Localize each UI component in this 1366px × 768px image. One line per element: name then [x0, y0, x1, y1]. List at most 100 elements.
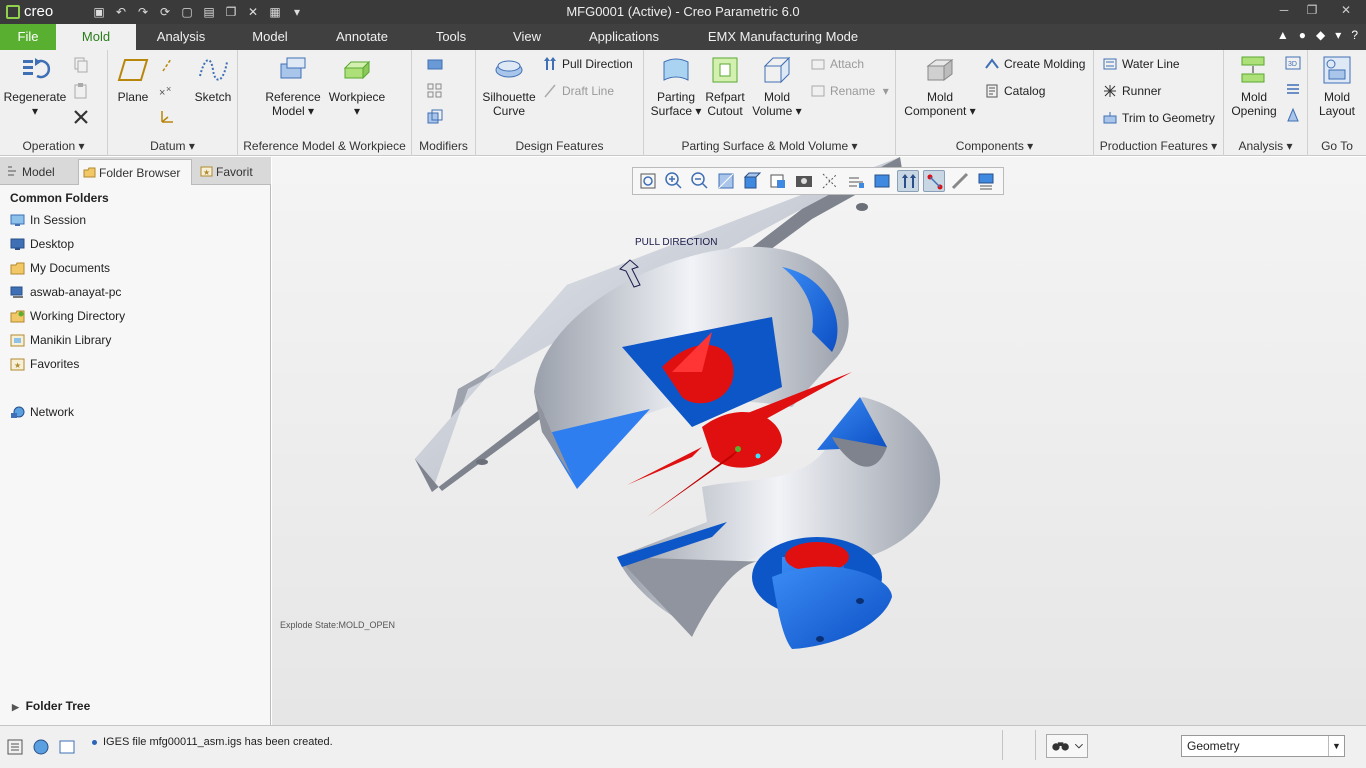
spin-center-icon[interactable]	[845, 170, 867, 192]
coordinate-system-icon[interactable]	[158, 108, 176, 126]
folder-computer[interactable]: aswab-anayat-pc	[10, 285, 121, 299]
folder-network[interactable]: Network	[10, 405, 74, 419]
tab-model-tree[interactable]: Model	[2, 159, 74, 185]
community-icon[interactable]: ◆	[1316, 28, 1325, 42]
mold-volume-button[interactable]: Mold Volume ▾	[752, 54, 802, 118]
view-manager-icon[interactable]	[793, 170, 815, 192]
new-file-icon[interactable]: ▢	[178, 3, 196, 21]
tab-annotate[interactable]: Annotate	[324, 24, 400, 50]
operation-group-label[interactable]: Operation ▾	[0, 139, 107, 153]
tab-tools[interactable]: Tools	[424, 24, 478, 50]
delete-icon[interactable]	[72, 108, 90, 126]
maximize-button[interactable]: ❐	[1298, 0, 1326, 20]
catalog-button[interactable]: Catalog	[984, 83, 1045, 99]
annotation-display-icon[interactable]	[897, 170, 919, 192]
attach-button[interactable]: Attach	[810, 56, 864, 72]
spin-icon[interactable]	[949, 170, 971, 192]
window-switch-icon[interactable]: ▦	[266, 3, 284, 21]
folder-favorites[interactable]: ★ Favorites	[10, 357, 79, 371]
collapse-ribbon-icon[interactable]: ▲	[1277, 28, 1289, 42]
datum-group-label[interactable]: Datum ▾	[108, 139, 237, 153]
mold-opening-button[interactable]: Mold Opening	[1228, 54, 1280, 118]
close-button[interactable]: ✕	[1326, 0, 1366, 20]
parting-surface-group-label[interactable]: Parting Surface & Mold Volume ▾	[644, 139, 895, 153]
zoom-in-icon[interactable]	[663, 170, 685, 192]
help-icon[interactable]: ?	[1351, 28, 1358, 42]
creo-logo-mark	[6, 4, 20, 19]
tab-model[interactable]: Model	[240, 24, 300, 50]
paste-icon[interactable]	[72, 82, 90, 100]
tab-applications[interactable]: Applications	[578, 24, 670, 50]
mold-assembly-model[interactable]	[272, 157, 1366, 725]
folder-desktop[interactable]: Desktop	[10, 237, 74, 251]
customize-qat-icon[interactable]: ▾	[288, 3, 306, 21]
folder-tree-toggle[interactable]: ▶ Folder Tree	[12, 699, 90, 713]
tab-view[interactable]: View	[504, 24, 550, 50]
tab-folder-browser[interactable]: Folder Browser	[78, 159, 192, 185]
repaint-icon[interactable]	[715, 170, 737, 192]
regenerate-icon[interactable]: ⟳	[156, 3, 174, 21]
minimize-button[interactable]: ─	[1270, 0, 1298, 20]
tab-mold[interactable]: Mold	[56, 24, 136, 50]
tab-emx-manufacturing-mode[interactable]: EMX Manufacturing Mode	[698, 24, 868, 50]
options-dropdown-icon[interactable]: ▾	[1335, 28, 1341, 42]
search-help-icon[interactable]: ●	[1299, 28, 1306, 42]
reference-model-button[interactable]: Reference Model ▾	[258, 54, 328, 118]
sketch-button[interactable]: Sketch	[192, 54, 234, 104]
mold-layout-button[interactable]: Mold Layout	[1312, 54, 1362, 118]
windows-icon[interactable]: ❐	[222, 3, 240, 21]
refpart-cutout-button[interactable]: Refpart Cutout	[700, 54, 750, 118]
datum-display-filters-icon[interactable]	[871, 170, 893, 192]
thickness-check-icon[interactable]: 3D	[1284, 54, 1302, 72]
projected-area-icon[interactable]	[1284, 80, 1302, 98]
tab-analysis[interactable]: Analysis	[146, 24, 216, 50]
components-group-label[interactable]: Components ▾	[896, 139, 1093, 153]
close-window-icon[interactable]: ✕	[244, 3, 262, 21]
workpiece-button[interactable]: Workpiece ▾	[322, 54, 392, 118]
trim-to-geometry-button[interactable]: Trim to Geometry	[1102, 110, 1215, 126]
production-features-group-label[interactable]: Production Features ▾	[1094, 139, 1223, 153]
folder-working-directory[interactable]: Working Directory	[10, 309, 125, 323]
draft-check-icon[interactable]	[1284, 106, 1302, 124]
plane-button[interactable]: Plane	[112, 54, 154, 104]
appearance-icon[interactable]	[975, 170, 997, 192]
copy-icon[interactable]	[72, 56, 90, 74]
folder-manikin-library[interactable]: Manikin Library	[10, 333, 111, 347]
saved-orientations-icon[interactable]	[767, 170, 789, 192]
selection-filter-dropdown[interactable]: Geometry ▼	[1181, 735, 1345, 757]
mirror-icon[interactable]	[426, 56, 444, 74]
folder-in-session[interactable]: In Session	[10, 213, 86, 227]
regenerate-button[interactable]: Regenerate ▾	[2, 54, 68, 118]
analysis-group-label[interactable]: Analysis ▾	[1224, 139, 1307, 153]
tab-favorites[interactable]: ★ Favorit	[196, 159, 268, 185]
save-icon[interactable]: ▣	[90, 3, 108, 21]
explode-view-icon[interactable]	[923, 170, 945, 192]
silhouette-curve-button[interactable]: Silhouette Curve	[478, 54, 540, 118]
axis-icon[interactable]	[158, 56, 176, 74]
graphics-window[interactable]: PULL DIRECTION Explode State:MOLD_OPEN	[272, 157, 1366, 725]
browser-toggle-icon[interactable]	[32, 738, 50, 756]
water-line-button[interactable]: Water Line	[1102, 56, 1180, 72]
parting-surface-button[interactable]: Parting Surface ▾	[648, 54, 704, 118]
display-style-icon[interactable]	[741, 170, 763, 192]
find-button[interactable]	[1046, 734, 1088, 758]
redo-icon[interactable]: ↷	[134, 3, 152, 21]
runner-button[interactable]: Runner	[1102, 83, 1161, 99]
pull-direction-button[interactable]: Pull Direction	[542, 56, 633, 72]
merge-icon[interactable]	[426, 108, 444, 126]
navigator-toggle-icon[interactable]	[6, 738, 24, 756]
create-molding-button[interactable]: Create Molding	[984, 56, 1085, 72]
point-icon[interactable]: × ×	[158, 82, 176, 100]
pattern-icon[interactable]	[426, 82, 444, 100]
tab-file[interactable]: File	[0, 24, 56, 50]
folder-my-documents[interactable]: My Documents	[10, 261, 110, 275]
rename-button[interactable]: Rename ▾	[810, 83, 889, 99]
open-file-icon[interactable]: ▤	[200, 3, 218, 21]
undo-icon[interactable]: ↶	[112, 3, 130, 21]
draft-line-button[interactable]: Draft Line	[542, 83, 614, 99]
full-screen-icon[interactable]	[58, 738, 76, 756]
refit-icon[interactable]	[637, 170, 659, 192]
mold-component-button[interactable]: Mold Component ▾	[900, 54, 980, 118]
zoom-out-icon[interactable]	[689, 170, 711, 192]
perspective-icon[interactable]	[819, 170, 841, 192]
